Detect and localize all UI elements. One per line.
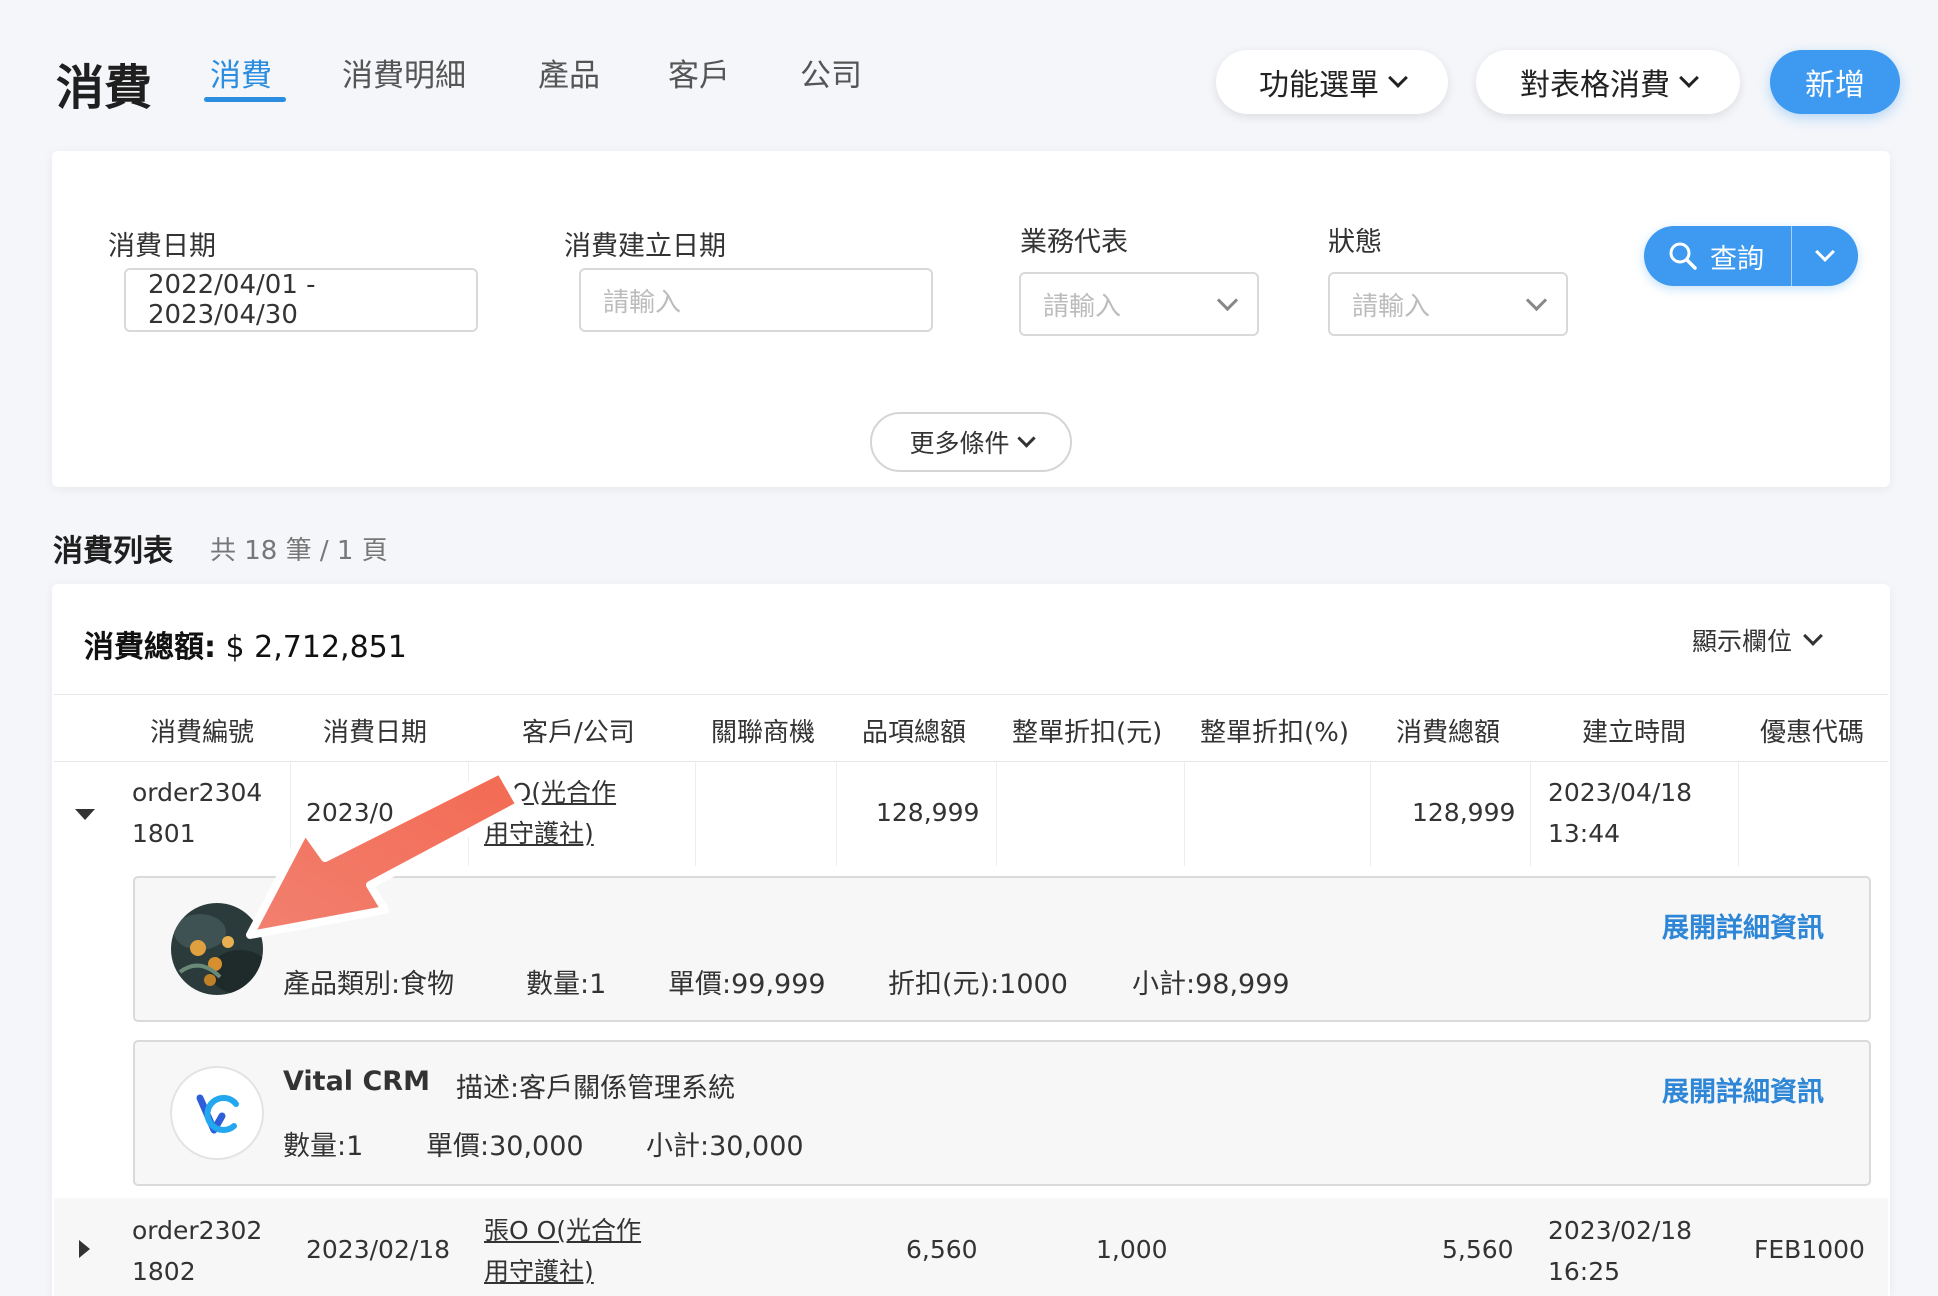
- row2-date: 2023/02/18: [306, 1235, 451, 1264]
- chevron-down-icon: [1388, 68, 1408, 88]
- product-1-discount: 折扣(元):1000: [888, 969, 1068, 1000]
- tab-consume-detail[interactable]: 消費明細: [342, 50, 466, 95]
- consume-on-table-label: 對表格消費: [1520, 68, 1670, 103]
- created-date-label: 消費建立日期: [564, 231, 726, 262]
- column-divider: [1184, 762, 1185, 866]
- row2-order-id[interactable]: order2302 1802: [132, 1210, 262, 1292]
- list-count: 共 18 筆 / 1 頁: [210, 536, 388, 566]
- chevron-down-icon: [1216, 289, 1239, 311]
- product-1-price: 單價:99,999: [668, 969, 826, 1000]
- total-amount: 消費總額: $ 2,712,851: [84, 622, 407, 666]
- page-title: 消費: [56, 60, 153, 116]
- active-tab-indicator: [204, 97, 286, 102]
- tab-consume[interactable]: 消費: [210, 50, 272, 95]
- search-icon: [1669, 242, 1697, 270]
- column-divider: [1738, 762, 1739, 866]
- chevron-down-icon: [1525, 289, 1548, 311]
- product-2-qty: 數量:1: [283, 1131, 364, 1162]
- created-date-input[interactable]: 請輸入: [579, 268, 933, 332]
- col-header-customer[interactable]: 客戶/公司: [522, 712, 635, 749]
- more-conditions-button[interactable]: 更多條件: [870, 412, 1072, 472]
- sales-rep-select[interactable]: 請輸入: [1019, 272, 1259, 336]
- row2-order-id-line2: 1802: [132, 1257, 196, 1286]
- created-date-placeholder: 請輸入: [603, 287, 682, 318]
- row1-total: 128,999: [1412, 798, 1516, 827]
- col-header-date[interactable]: 消費日期: [323, 712, 427, 749]
- product-2-description: 描述:客戶關係管理系統: [456, 1073, 736, 1104]
- row2-created-date: 2023/02/18: [1548, 1216, 1693, 1245]
- vital-crm-logo: [170, 1066, 264, 1160]
- row2-total: 5,560: [1442, 1235, 1514, 1264]
- status-label: 狀態: [1328, 227, 1382, 258]
- column-divider: [1530, 762, 1531, 866]
- caret-down-icon[interactable]: [75, 809, 95, 820]
- column-divider: [996, 762, 997, 866]
- col-header-total[interactable]: 消費總額: [1396, 712, 1500, 749]
- product-2-price: 單價:30,000: [426, 1131, 584, 1162]
- col-header-items-total[interactable]: 品項總額: [862, 712, 966, 749]
- sales-rep-label: 業務代表: [1020, 227, 1128, 258]
- row2-coupon: FEB1000: [1754, 1235, 1865, 1264]
- product-2-subtotal: 小計:30,000: [646, 1131, 804, 1162]
- product-1-qty: 數量:1: [526, 969, 607, 1000]
- col-header-order-id[interactable]: 消費編號: [150, 712, 254, 749]
- chevron-down-icon: [1803, 626, 1823, 646]
- row2-created-time: 16:25: [1548, 1257, 1621, 1286]
- col-header-coupon[interactable]: 優惠代碼: [1760, 712, 1864, 749]
- row1-created-date: 2023/04/18: [1548, 778, 1693, 807]
- date-range-input[interactable]: 2022/04/01 - 2023/04/30: [124, 268, 478, 332]
- product-1-subtotal: 小計:98,999: [1132, 969, 1290, 1000]
- total-label: 消費總額:: [84, 630, 216, 665]
- col-header-discount-percent[interactable]: 整單折扣(%): [1200, 712, 1349, 749]
- row1-items-total: 128,999: [876, 798, 980, 827]
- product-2-name: Vital CRM: [283, 1066, 430, 1097]
- sales-rep-placeholder: 請輸入: [1043, 291, 1122, 322]
- search-dropdown-toggle[interactable]: [1792, 226, 1858, 286]
- col-header-discount-amount[interactable]: 整單折扣(元): [1012, 712, 1162, 749]
- date-filter-label: 消費日期: [108, 231, 216, 262]
- tab-company[interactable]: 公司: [800, 50, 862, 95]
- chevron-down-icon: [1016, 428, 1036, 448]
- search-main-button[interactable]: 查詢: [1644, 226, 1792, 286]
- row2-order-id-line1: order2302: [132, 1216, 263, 1245]
- consume-on-table-button[interactable]: 對表格消費: [1476, 50, 1740, 114]
- row1-created: 2023/04/18 13:44: [1548, 772, 1692, 854]
- more-conditions-label: 更多條件: [909, 429, 1010, 458]
- product-1-category: 產品類別:食物: [283, 969, 455, 1000]
- expand-detail-link[interactable]: 展開詳細資訊: [1662, 1070, 1824, 1109]
- add-new-button[interactable]: 新增: [1770, 50, 1900, 114]
- row2-customer-link[interactable]: 張O O(光合作 用守護社): [484, 1210, 641, 1292]
- product-detail-card: [133, 1040, 1871, 1186]
- caret-right-icon[interactable]: [79, 1240, 90, 1258]
- row2-discount-amount: 1,000: [1096, 1235, 1168, 1264]
- function-menu-label: 功能選單: [1259, 68, 1379, 103]
- status-select[interactable]: 請輸入: [1328, 272, 1568, 336]
- search-button[interactable]: 查詢: [1644, 226, 1858, 286]
- row2-items-total: 6,560: [906, 1235, 978, 1264]
- row2-customer-line2: 用守護社): [484, 1257, 594, 1286]
- tab-customer[interactable]: 客戶: [668, 50, 730, 95]
- total-value: $ 2,712,851: [216, 630, 407, 665]
- list-title: 消費列表: [53, 534, 173, 569]
- row1-created-time: 13:44: [1548, 819, 1621, 848]
- column-display-label: 顯示欄位: [1692, 627, 1793, 656]
- tab-product[interactable]: 產品: [538, 50, 600, 95]
- expand-detail-link[interactable]: 展開詳細資訊: [1662, 906, 1824, 945]
- column-divider: [695, 762, 696, 866]
- chevron-down-icon: [1815, 242, 1835, 262]
- row2-created: 2023/02/18 16:25: [1548, 1210, 1692, 1292]
- function-menu-button[interactable]: 功能選單: [1216, 50, 1448, 114]
- annotation-arrow: [246, 766, 524, 939]
- status-placeholder: 請輸入: [1352, 291, 1431, 322]
- column-divider: [1370, 762, 1371, 866]
- col-header-opportunity[interactable]: 關聯商機: [711, 712, 815, 749]
- column-display-toggle[interactable]: 顯示欄位: [1692, 622, 1823, 658]
- chevron-down-icon: [1679, 68, 1699, 88]
- column-divider: [836, 762, 837, 866]
- search-label: 查詢: [1710, 243, 1764, 275]
- date-range-value: 2022/04/01 - 2023/04/30: [148, 270, 316, 330]
- row2-customer-line1: 張O O(光合作: [484, 1216, 642, 1245]
- col-header-created[interactable]: 建立時間: [1582, 712, 1686, 749]
